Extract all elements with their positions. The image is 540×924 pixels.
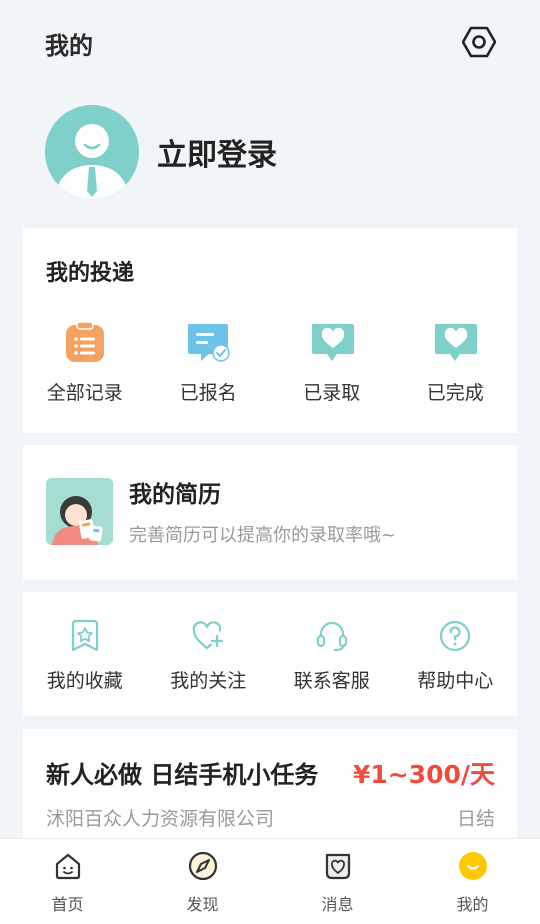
tab-mine-label: 我的 bbox=[456, 895, 489, 914]
message-icon bbox=[325, 853, 350, 880]
help-center-label: 帮助中心 bbox=[417, 670, 494, 692]
all-records-button[interactable]: 全部记录 bbox=[23, 318, 147, 405]
tools-card: 我的收藏 我的关注 联系客服 帮助中心 bbox=[23, 592, 517, 716]
login-link[interactable]: 立即登录 bbox=[157, 130, 277, 174]
my-favorites-label: 我的收藏 bbox=[46, 670, 123, 692]
my-favorites-button[interactable]: 我的收藏 bbox=[23, 618, 147, 693]
tab-messages[interactable]: 消息 bbox=[270, 839, 405, 924]
job-company: 沭阳百众人力资源有限公司 bbox=[46, 808, 275, 830]
tab-home[interactable]: 首页 bbox=[0, 839, 135, 924]
resume-illustration bbox=[46, 478, 113, 545]
settings-button[interactable] bbox=[460, 23, 498, 61]
tools-grid: 我的收藏 我的关注 联系客服 帮助中心 bbox=[23, 618, 517, 693]
my-deliveries-card: 我的投递 全部记录 已报名 已录取 已完成 bbox=[23, 228, 517, 433]
my-resume-card[interactable]: 我的简历 完善简历可以提高你的录取率哦~ bbox=[23, 445, 517, 580]
completed-button[interactable]: 已完成 bbox=[394, 318, 518, 405]
registered-button[interactable]: 已报名 bbox=[147, 318, 271, 405]
heart-plus-icon bbox=[193, 621, 224, 650]
deliveries-grid: 全部记录 已报名 已录取 已完成 bbox=[23, 318, 517, 405]
chat-check-icon bbox=[188, 324, 230, 362]
job-card[interactable]: 新人必做 日结手机小任务 ¥1~300/天 沭阳百众人力资源有限公司 日结 bbox=[23, 729, 517, 844]
settings-hexagon-icon bbox=[462, 26, 496, 58]
resume-title: 我的简历 bbox=[129, 482, 221, 508]
tab-home-label: 首页 bbox=[51, 895, 84, 914]
bottom-tab-bar: 首页 发现 消息 我的 bbox=[0, 838, 540, 924]
job-pay-type: 日结 bbox=[456, 808, 495, 830]
completed-label: 已完成 bbox=[426, 382, 484, 404]
admitted-button[interactable]: 已录取 bbox=[270, 318, 394, 405]
my-follows-label: 我的关注 bbox=[170, 670, 247, 692]
heart-chat-icon bbox=[435, 324, 478, 361]
contact-service-label: 联系客服 bbox=[293, 670, 370, 692]
resume-subtitle: 完善简历可以提高你的录取率哦~ bbox=[129, 525, 397, 546]
resume-girl-illustration bbox=[46, 478, 113, 545]
help-center-button[interactable]: 帮助中心 bbox=[394, 618, 518, 693]
avatar bbox=[45, 105, 139, 199]
question-icon bbox=[440, 620, 471, 652]
tab-discover[interactable]: 发现 bbox=[135, 839, 270, 924]
compass-icon bbox=[188, 851, 217, 881]
star-bookmark-icon bbox=[71, 619, 98, 652]
my-follows-button[interactable]: 我的关注 bbox=[147, 618, 271, 693]
registered-label: 已报名 bbox=[179, 382, 237, 404]
all-records-label: 全部记录 bbox=[46, 382, 123, 404]
contact-service-button[interactable]: 联系客服 bbox=[270, 618, 394, 693]
login-profile-row[interactable]: 立即登录 bbox=[45, 104, 505, 200]
job-title: 新人必做 日结手机小任务 bbox=[46, 761, 319, 789]
default-avatar-icon bbox=[45, 105, 139, 199]
tab-messages-label: 消息 bbox=[321, 895, 354, 914]
admitted-label: 已录取 bbox=[303, 382, 361, 404]
deliveries-title: 我的投递 bbox=[46, 261, 135, 286]
heart-chat-icon bbox=[311, 324, 354, 361]
headset-icon bbox=[316, 621, 347, 652]
clipboard-icon bbox=[65, 321, 104, 362]
top-bar: 我的 bbox=[0, 0, 540, 86]
profile-smile-icon bbox=[458, 852, 487, 880]
job-salary: ¥1~300/天 bbox=[352, 760, 495, 789]
page-title: 我的 bbox=[45, 32, 93, 60]
tab-discover-label: 发现 bbox=[186, 895, 219, 914]
tab-mine[interactable]: 我的 bbox=[405, 839, 540, 924]
home-icon bbox=[55, 853, 80, 880]
